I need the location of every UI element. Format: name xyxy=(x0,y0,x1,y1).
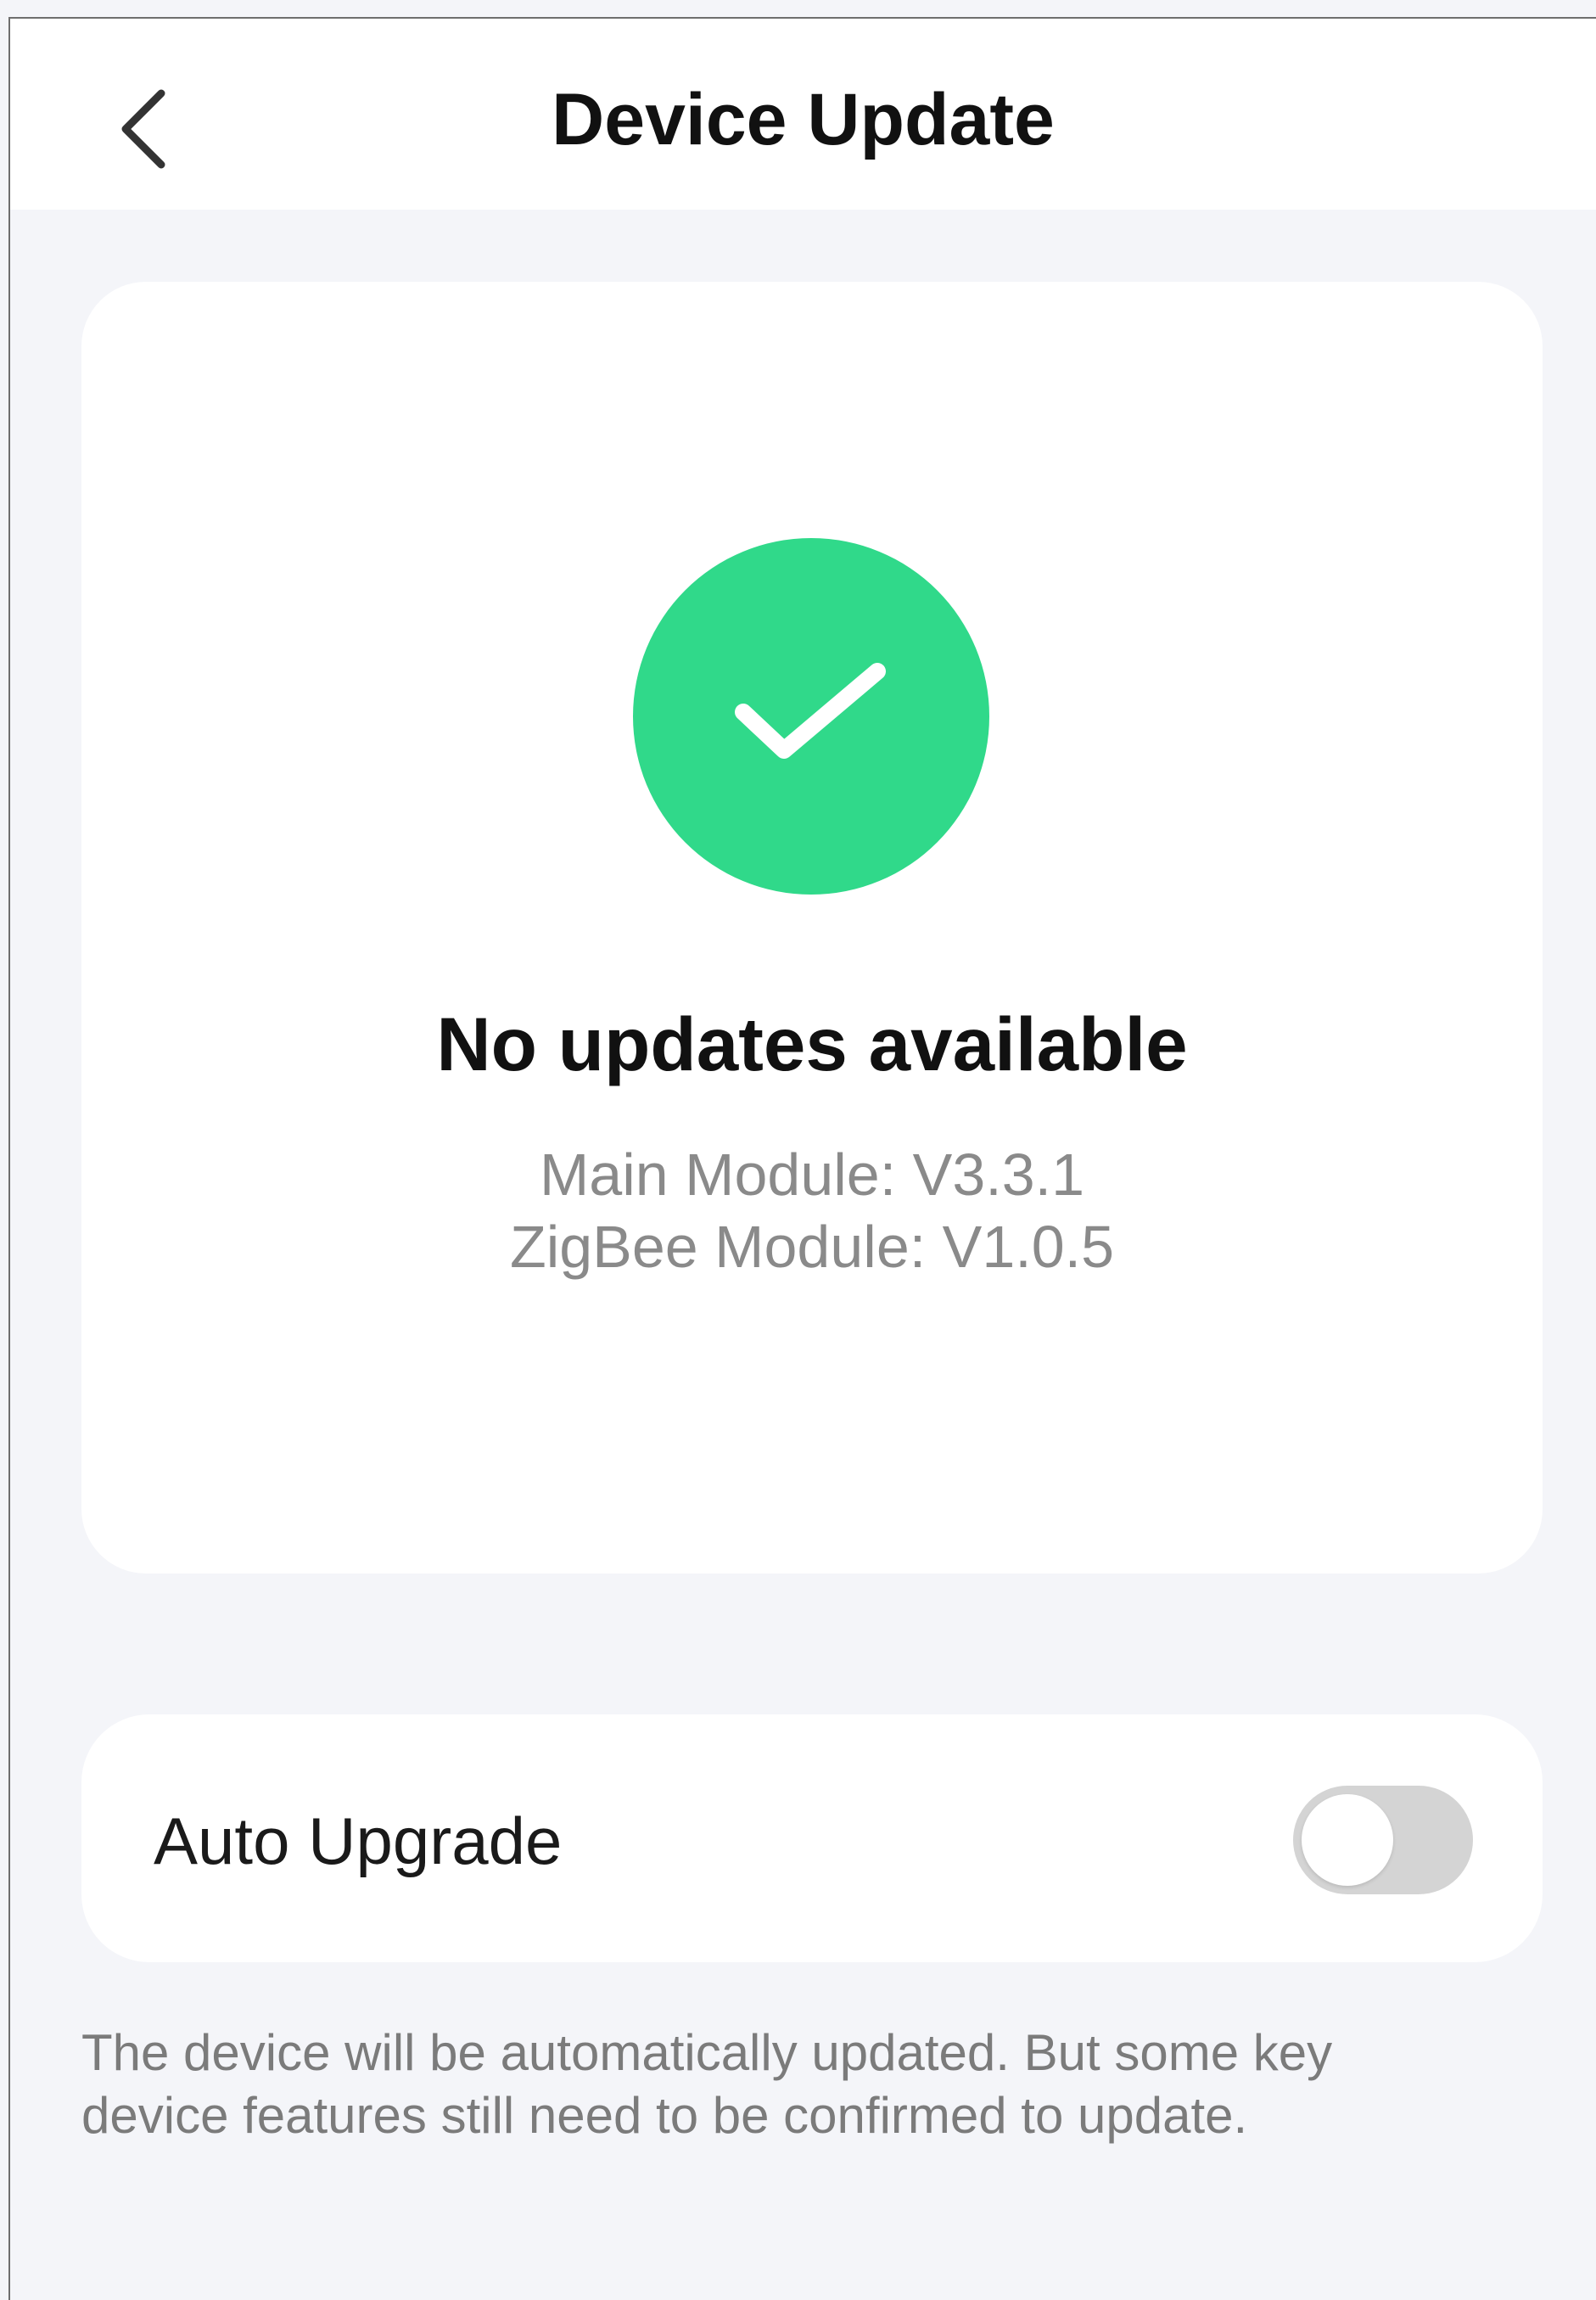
auto-upgrade-description: The device will be automatically updated… xyxy=(81,2024,1333,2144)
auto-upgrade-row: Auto Upgrade xyxy=(81,1714,1543,1962)
top-bar: Device Update xyxy=(10,19,1596,210)
zigbee-module-version: ZigBee Module: V1.0.5 xyxy=(509,1214,1115,1280)
status-heading: No updates available xyxy=(436,1001,1188,1086)
update-status-card: No updates available Main Module: V3.3.1… xyxy=(81,282,1543,1574)
app-screen: Device Update No updates available Main … xyxy=(8,17,1596,2300)
toggle-knob xyxy=(1302,1794,1393,1886)
check-circle-icon xyxy=(633,538,989,895)
main-module-version: Main Module: V3.3.1 xyxy=(539,1142,1085,1208)
auto-upgrade-toggle[interactable] xyxy=(1293,1786,1473,1894)
checkmark-icon xyxy=(735,663,886,759)
auto-upgrade-label: Auto Upgrade xyxy=(154,1804,563,1878)
page-title: Device Update xyxy=(552,79,1055,160)
